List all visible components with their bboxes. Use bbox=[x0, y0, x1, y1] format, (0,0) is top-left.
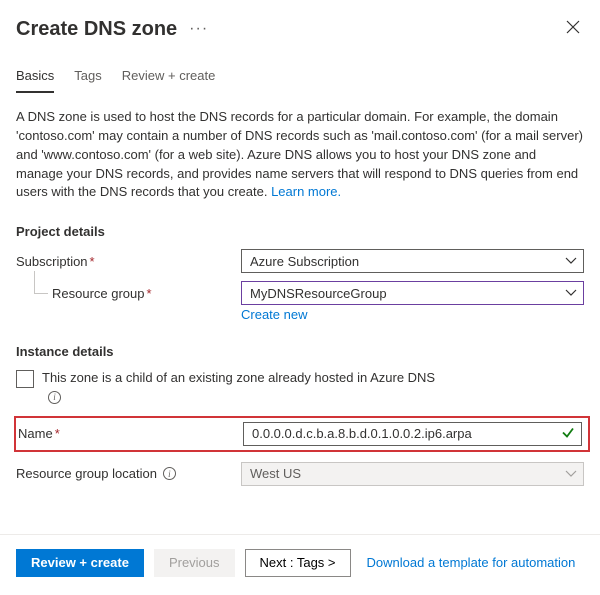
validation-check-icon bbox=[561, 425, 575, 442]
info-icon[interactable]: i bbox=[48, 391, 61, 404]
page-title: Create DNS zone bbox=[16, 18, 177, 41]
download-template-link[interactable]: Download a template for automation bbox=[367, 555, 576, 570]
name-label: Name* bbox=[18, 426, 243, 441]
resource-group-value: MyDNSResourceGroup bbox=[250, 286, 387, 301]
more-menu-icon[interactable]: ··· bbox=[189, 20, 208, 38]
name-row-highlight: Name* 0.0.0.0.d.c.b.a.8.b.d.0.1.0.0.2.ip… bbox=[14, 416, 590, 452]
chevron-down-icon bbox=[565, 470, 577, 478]
zone-name-value: 0.0.0.0.d.c.b.a.8.b.d.0.1.0.0.2.ip6.arpa bbox=[252, 426, 472, 441]
close-icon[interactable] bbox=[562, 16, 584, 42]
instance-details-heading: Instance details bbox=[16, 344, 584, 359]
subscription-label: Subscription* bbox=[16, 254, 241, 269]
location-value: West US bbox=[250, 466, 301, 481]
chevron-down-icon bbox=[565, 289, 577, 297]
project-details-heading: Project details bbox=[16, 224, 584, 239]
location-select: West US bbox=[241, 462, 584, 486]
resource-group-label: Resource group* bbox=[16, 286, 241, 301]
child-zone-label: This zone is a child of an existing zone… bbox=[42, 369, 442, 405]
intro-text: A DNS zone is used to host the DNS recor… bbox=[16, 108, 584, 202]
location-label: Resource group location i bbox=[16, 466, 241, 481]
chevron-down-icon bbox=[565, 257, 577, 265]
footer-bar: Review + create Previous Next : Tags > D… bbox=[0, 534, 600, 595]
next-button[interactable]: Next : Tags > bbox=[245, 549, 351, 577]
zone-name-input[interactable]: 0.0.0.0.d.c.b.a.8.b.d.0.1.0.0.2.ip6.arpa bbox=[243, 422, 582, 446]
tab-review[interactable]: Review + create bbox=[122, 68, 216, 93]
info-icon[interactable]: i bbox=[163, 467, 176, 480]
resource-group-select[interactable]: MyDNSResourceGroup bbox=[241, 281, 584, 305]
review-create-button[interactable]: Review + create bbox=[16, 549, 144, 577]
child-zone-checkbox[interactable] bbox=[16, 370, 34, 388]
subscription-select[interactable]: Azure Subscription bbox=[241, 249, 584, 273]
tab-bar: Basics Tags Review + create bbox=[16, 68, 584, 94]
tab-tags[interactable]: Tags bbox=[74, 68, 101, 93]
previous-button: Previous bbox=[154, 549, 235, 577]
create-new-rg-link[interactable]: Create new bbox=[241, 307, 307, 322]
tab-basics[interactable]: Basics bbox=[16, 68, 54, 93]
subscription-value: Azure Subscription bbox=[250, 254, 359, 269]
learn-more-link[interactable]: Learn more. bbox=[271, 184, 341, 199]
